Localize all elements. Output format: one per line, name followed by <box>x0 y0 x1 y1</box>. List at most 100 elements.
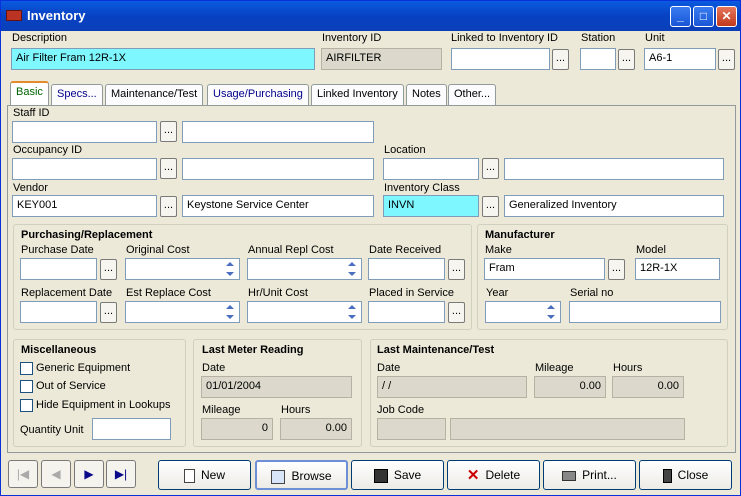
placed-in-service-picker-button[interactable]: ... <box>448 302 465 323</box>
placed-in-service-field[interactable] <box>368 301 445 323</box>
title-bar[interactable]: Inventory _ □ ✕ <box>1 1 740 31</box>
tab-specs[interactable]: Specs... <box>51 84 103 105</box>
maintenance-hours-label: Hours <box>613 362 643 374</box>
staff-id-lookup-button[interactable]: ... <box>160 121 177 142</box>
vendor-description-field[interactable]: Keystone Service Center <box>182 195 374 217</box>
year-spinner[interactable] <box>544 302 558 322</box>
model-field[interactable]: 12R-1X <box>635 258 720 280</box>
maintenance-mileage-label: Mileage <box>535 362 574 374</box>
exit-door-icon <box>662 468 672 483</box>
occupancy-id-field[interactable] <box>12 158 157 180</box>
make-field[interactable]: Fram <box>484 258 605 280</box>
unit-lookup-button[interactable]: ... <box>718 49 735 70</box>
inventory-class-field[interactable]: INVN <box>383 195 479 217</box>
tab-basic[interactable]: Basic <box>10 81 49 106</box>
app-icon <box>6 10 22 21</box>
hr-unit-cost-spinner[interactable] <box>345 302 359 322</box>
last-meter-reading-title: Last Meter Reading <box>202 344 304 356</box>
last-record-icon[interactable]: ▶| <box>106 460 136 488</box>
tab-other[interactable]: Other... <box>448 84 497 105</box>
purchasing-replacement-title: Purchasing/Replacement <box>21 229 153 241</box>
vendor-lookup-button[interactable]: ... <box>160 196 177 217</box>
quantity-unit-label: Quantity Unit <box>20 424 84 436</box>
job-code-description-field <box>450 418 685 440</box>
replacement-date-field[interactable] <box>20 301 97 323</box>
location-field[interactable] <box>383 158 479 180</box>
serial-no-label: Serial no <box>570 287 614 299</box>
print-button[interactable]: Print... <box>543 460 636 490</box>
station-field[interactable] <box>580 48 616 70</box>
linked-inventory-lookup-button[interactable]: ... <box>552 49 569 70</box>
inventory-class-label: Inventory Class <box>384 182 460 194</box>
est-replace-cost-spinner[interactable] <box>223 302 237 322</box>
location-description-field[interactable] <box>504 158 724 180</box>
new-document-icon <box>183 468 195 483</box>
tab-notes[interactable]: Notes <box>406 84 447 105</box>
model-label: Model <box>636 244 666 256</box>
purchase-date-picker-button[interactable]: ... <box>100 259 117 280</box>
vendor-label: Vendor <box>13 182 48 194</box>
maintenance-hours-field: 0.00 <box>612 376 684 398</box>
hide-equipment-checkbox[interactable] <box>20 399 33 412</box>
hide-equipment-label: Hide Equipment in Lookups <box>36 399 171 411</box>
vendor-field[interactable]: KEY001 <box>12 195 157 217</box>
replacement-date-label: Replacement Date <box>21 287 113 299</box>
save-button[interactable]: Save <box>351 460 444 490</box>
browse-button[interactable]: Browse <box>255 460 348 490</box>
original-cost-spinner[interactable] <box>223 259 237 279</box>
new-button-label: New <box>200 468 225 482</box>
est-replace-cost-label: Est Replace Cost <box>126 287 211 299</box>
inventory-id-label: Inventory ID <box>322 32 382 44</box>
close-icon[interactable]: ✕ <box>716 6 737 27</box>
maintenance-date-field: / / <box>377 376 527 398</box>
close-button[interactable]: Close <box>639 460 732 490</box>
linked-inventory-field[interactable] <box>451 48 550 70</box>
out-of-service-label: Out of Service <box>36 380 106 392</box>
meter-date-field: 01/01/2004 <box>201 376 352 398</box>
purchase-date-field[interactable] <box>20 258 97 280</box>
unit-label: Unit <box>645 32 665 44</box>
description-field[interactable]: Air Filter Fram 12R-1X <box>11 48 315 70</box>
year-label: Year <box>486 287 509 299</box>
maintenance-mileage-field: 0.00 <box>534 376 606 398</box>
delete-x-icon: ✕ <box>466 466 480 484</box>
new-button[interactable]: New <box>158 460 251 490</box>
station-lookup-button[interactable]: ... <box>618 49 635 70</box>
browse-icon <box>271 469 286 484</box>
miscellaneous-title: Miscellaneous <box>21 344 97 356</box>
original-cost-label: Original Cost <box>126 244 190 256</box>
quantity-unit-field[interactable] <box>92 418 171 440</box>
next-record-icon[interactable]: ▶ <box>74 460 104 488</box>
delete-button[interactable]: ✕ Delete <box>447 460 540 490</box>
make-lookup-button[interactable]: ... <box>608 259 625 280</box>
purchase-date-label: Purchase Date <box>21 244 94 256</box>
unit-field[interactable]: A6-1 <box>644 48 716 70</box>
serial-no-field[interactable] <box>569 301 721 323</box>
first-record-icon[interactable]: |◀ <box>8 460 38 488</box>
tab-usage-purchasing[interactable]: Usage/Purchasing <box>207 84 309 105</box>
occupancy-description-field[interactable] <box>182 158 374 180</box>
minimize-icon[interactable]: _ <box>670 6 691 27</box>
annual-repl-cost-spinner[interactable] <box>345 259 359 279</box>
tab-linked-inventory[interactable]: Linked Inventory <box>311 84 404 105</box>
location-label: Location <box>384 144 426 156</box>
staff-id-field[interactable] <box>12 121 157 143</box>
occupancy-id-lookup-button[interactable]: ... <box>160 158 177 179</box>
inventory-class-description-field[interactable]: Generalized Inventory <box>504 195 724 217</box>
date-received-field[interactable] <box>368 258 445 280</box>
generic-equipment-checkbox[interactable] <box>20 362 33 375</box>
date-received-picker-button[interactable]: ... <box>448 259 465 280</box>
description-label: Description <box>12 32 68 44</box>
manufacturer-title: Manufacturer <box>485 229 555 241</box>
save-disk-icon <box>373 468 388 483</box>
staff-description-field[interactable] <box>182 121 374 143</box>
replacement-date-picker-button[interactable]: ... <box>100 302 117 323</box>
tab-maintenance-test[interactable]: Maintenance/Test <box>105 84 204 105</box>
out-of-service-checkbox[interactable] <box>20 380 33 393</box>
maximize-icon[interactable]: □ <box>693 6 714 27</box>
prev-record-icon[interactable]: ◀ <box>41 460 71 488</box>
location-lookup-button[interactable]: ... <box>482 158 499 179</box>
inventory-class-lookup-button[interactable]: ... <box>482 196 499 217</box>
printer-icon <box>562 470 577 481</box>
browse-button-label: Browse <box>291 469 332 483</box>
